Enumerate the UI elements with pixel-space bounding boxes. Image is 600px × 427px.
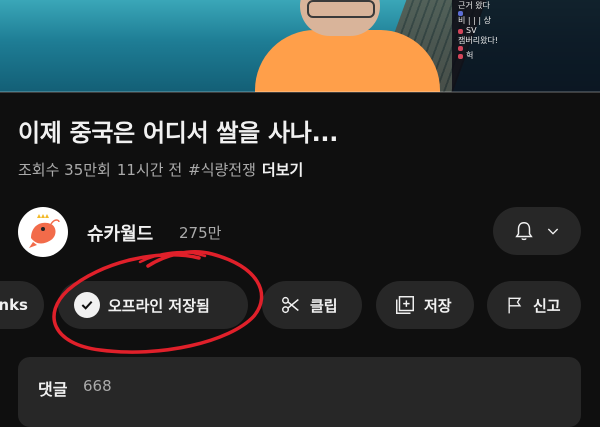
video-scene-person <box>255 30 440 92</box>
hashtag-link[interactable]: #식량전쟁 <box>188 159 256 180</box>
video-meta[interactable]: 조회수 35만회 11시간 전 #식량전쟁 더보기 <box>18 159 303 180</box>
save-button[interactable]: 저장 <box>376 281 474 329</box>
subscriber-count: 275만 <box>179 224 222 242</box>
live-chat-overlay: 근거 왔다비 | | | 상 SV 잼버리왔다! 헉 <box>452 0 600 92</box>
view-count: 조회수 35만회 <box>18 161 111 179</box>
channel-avatar[interactable] <box>18 207 68 257</box>
clip-label: 클립 <box>310 296 338 315</box>
chat-line: SV <box>458 26 594 36</box>
shrimp-logo-icon <box>29 214 60 248</box>
chat-text: 잼버리왔다! <box>458 36 499 45</box>
chat-text: 헉 <box>466 51 474 60</box>
upload-time: 11시간 전 <box>116 161 183 179</box>
clip-button[interactable]: 클립 <box>262 281 362 329</box>
chat-line: 근거 왔다 <box>458 1 594 11</box>
flag-icon <box>508 297 522 314</box>
chat-badge-icon <box>458 53 463 59</box>
video-player[interactable]: 근거 왔다비 | | | 상 SV 잼버리왔다! 헉 <box>0 0 600 92</box>
offline-saved-button[interactable]: 오프라인 저장됨 <box>58 281 248 329</box>
video-progress-bar[interactable] <box>0 91 600 93</box>
chat-text: SV <box>466 26 477 35</box>
chat-badge-icon <box>458 28 463 34</box>
report-label: 신고 <box>533 296 561 315</box>
add-to-playlist-icon <box>396 296 414 314</box>
bell-icon <box>515 222 533 241</box>
chat-line: 비 | | | 상 <box>458 16 594 26</box>
chat-text: 근거 왔다 <box>458 1 490 10</box>
thanks-label: nks <box>0 296 28 314</box>
scissors-icon <box>282 296 299 314</box>
save-label: 저장 <box>424 296 452 315</box>
notification-bell-button[interactable] <box>493 207 581 255</box>
check-circle-icon <box>74 292 100 318</box>
report-button[interactable]: 신고 <box>487 281 581 329</box>
chat-line: 잼버리왔다! <box>458 36 594 46</box>
chat-line: 헉 <box>458 51 594 61</box>
chat-badge-icon <box>458 46 463 51</box>
video-scene-glasses <box>307 0 375 18</box>
chevron-down-icon <box>547 228 559 235</box>
thanks-button[interactable]: nks <box>0 281 44 329</box>
video-title[interactable]: 이제 중국은 어디서 쌀을 사나... <box>18 113 338 148</box>
more-link[interactable]: 더보기 <box>262 159 303 180</box>
chat-text: 비 | | | 상 <box>458 16 491 25</box>
comments-section[interactable]: 댓글 668 <box>18 357 581 427</box>
channel-name[interactable]: 슈카월드 <box>87 220 153 246</box>
comments-count: 668 <box>83 377 112 395</box>
offline-saved-label: 오프라인 저장됨 <box>108 296 210 315</box>
comments-label: 댓글 <box>38 380 68 399</box>
